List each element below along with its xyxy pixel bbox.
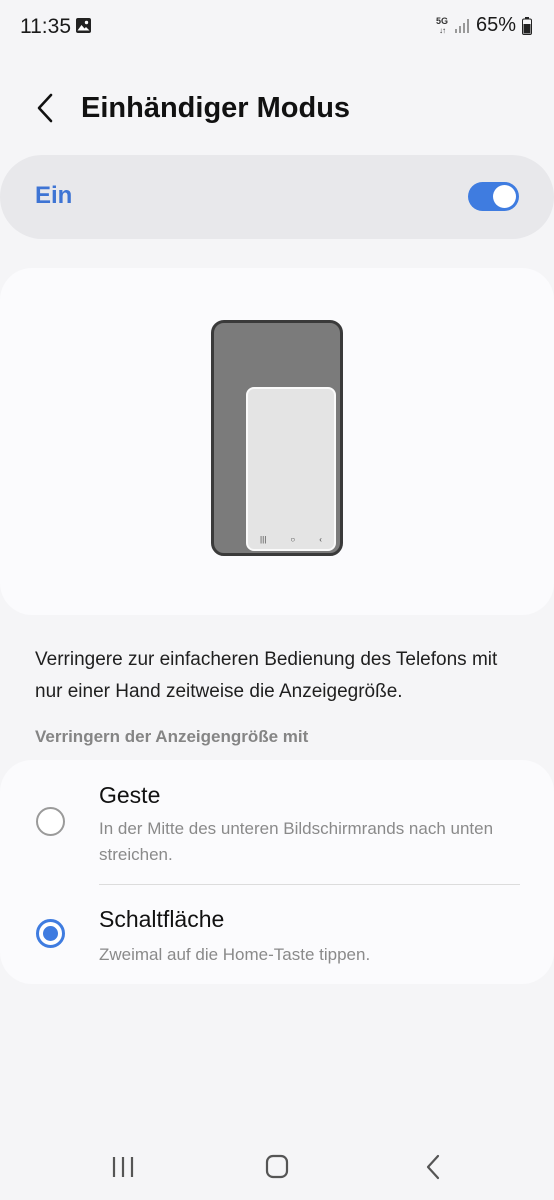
radio-gesture[interactable] [36, 807, 65, 836]
mini-home-icon: ○ [290, 535, 296, 544]
option-title: Geste [99, 782, 161, 808]
master-toggle-row[interactable]: Ein [0, 155, 554, 239]
back-button[interactable] [28, 90, 62, 126]
divider [99, 884, 520, 885]
battery-icon [522, 16, 532, 35]
home-icon [265, 1154, 289, 1179]
nav-back-button[interactable] [413, 1150, 453, 1184]
page-title: Einhändiger Modus [81, 92, 351, 124]
reduced-screen-illustration: ||| ○ ‹ [246, 387, 336, 551]
options-card: Geste In der Mitte des unteren Bildschir… [0, 760, 554, 984]
phone-illustration: ||| ○ ‹ [211, 320, 343, 556]
network-type: 5G [435, 15, 448, 26]
network-5g-icon: 5G ↓↑ [435, 15, 448, 35]
option-title: Schaltfläche [99, 906, 225, 932]
status-time: 11:35 [20, 15, 71, 38]
navigation-bar [0, 1134, 554, 1200]
option-button[interactable]: Schaltfläche Zweimal auf die Home-Taste … [0, 904, 554, 974]
option-subtitle: Zweimal auf die Home-Taste tippen. [99, 945, 371, 964]
signal-icon [454, 18, 469, 33]
chevron-left-icon [37, 93, 53, 123]
status-bar: 11:35 5G ↓↑ 65% [0, 0, 554, 54]
nav-home-button[interactable] [257, 1150, 297, 1184]
mini-back-icon: ‹ [319, 535, 322, 544]
nav-recents-button[interactable] [103, 1150, 143, 1184]
radio-button[interactable] [36, 919, 65, 948]
description-text: Verringere zur einfacheren Bedienung des… [35, 649, 498, 702]
mini-recents-icon: ||| [260, 535, 267, 544]
battery-percentage: 65% [475, 14, 516, 36]
option-gesture[interactable]: Geste In der Mitte des unteren Bildschir… [0, 780, 554, 884]
master-toggle-switch[interactable] [468, 182, 519, 211]
master-toggle-label: Ein [35, 182, 73, 209]
back-icon [426, 1154, 440, 1180]
recents-icon [112, 1157, 134, 1177]
mini-nav-bar: ||| ○ ‹ [248, 535, 334, 544]
toggle-knob [493, 185, 516, 208]
header: Einhändiger Modus [0, 78, 554, 138]
option-subtitle: In der Mitte des unteren Bildschirmrands… [99, 819, 494, 864]
gallery-notification-icon [76, 18, 91, 33]
illustration-card: ||| ○ ‹ [0, 268, 554, 615]
section-header: Verringern der Anzeigengröße mit [35, 727, 309, 746]
